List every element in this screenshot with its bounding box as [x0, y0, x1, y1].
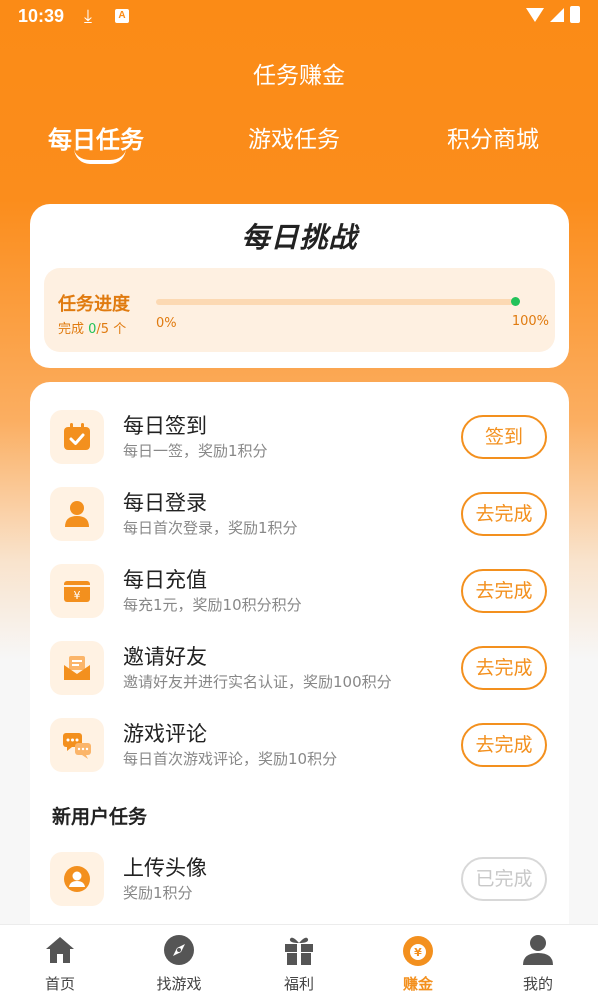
avatar-icon [50, 852, 104, 906]
go-complete-button[interactable]: 去完成 [461, 646, 547, 690]
download-icon: ⤓ [84, 6, 92, 26]
task-daily-checkin: 每日签到 每日一签，奖励1积分 签到 [30, 402, 569, 472]
task-daily-recharge: ¥ 每日充值 每充1元，奖励10积分积分 去完成 [30, 556, 569, 626]
progress-count: 完成 0/5 个 [58, 318, 126, 337]
compass-icon [164, 935, 194, 965]
active-tab-indicator [74, 148, 126, 164]
task-progress-box: 任务进度 完成 0/5 个 0% 100% [44, 268, 555, 352]
progress-suffix: /5 个 [96, 322, 127, 337]
svg-text:¥: ¥ [74, 589, 81, 602]
task-daily-login: 每日登录 每日首次登录，奖励1积分 去完成 [30, 479, 569, 549]
gift-icon [285, 937, 313, 965]
progress-prefix: 完成 [58, 322, 89, 337]
nav-home[interactable]: 首页 [10, 925, 110, 998]
calendar-check-icon [50, 410, 104, 464]
app-notification-icon: A [115, 9, 129, 23]
user-icon [50, 487, 104, 541]
progress-track [156, 299, 516, 305]
home-icon [46, 937, 74, 963]
completed-button[interactable]: 已完成 [461, 857, 547, 901]
nav-mine[interactable]: 我的 [488, 925, 588, 998]
signal-icon [550, 7, 564, 22]
progress-end-dot [511, 297, 520, 306]
go-complete-button[interactable]: 去完成 [461, 569, 547, 613]
status-icons [526, 6, 580, 23]
tab-game-tasks[interactable]: 游戏任务 [248, 120, 340, 154]
chat-icon [50, 718, 104, 772]
go-complete-button[interactable]: 去完成 [461, 492, 547, 536]
task-description: 每日首次登录，奖励1积分 [123, 519, 298, 537]
task-name: 上传头像 [123, 856, 207, 880]
task-description: 每日首次游戏评论，奖励10积分 [123, 750, 338, 768]
task-name: 每日登录 [123, 491, 207, 515]
money-bag-icon: ¥ [403, 936, 433, 966]
task-list-card: 每日签到 每日一签，奖励1积分 签到 每日登录 每日首次登录，奖励1积分 去完成… [30, 382, 569, 942]
battery-icon [570, 6, 580, 23]
nav-find-games[interactable]: 找游戏 [129, 925, 229, 998]
task-name: 每日充值 [123, 568, 207, 592]
nav-label: 找游戏 [156, 975, 202, 993]
nav-label: 赚金 [402, 975, 433, 993]
nav-label: 我的 [522, 975, 553, 993]
progress-min-label: 0% [156, 316, 177, 331]
task-name: 每日签到 [123, 414, 207, 438]
task-description: 奖励1积分 [123, 884, 193, 902]
task-description: 每充1元，奖励10积分积分 [123, 596, 302, 614]
tab-points-mall[interactable]: 积分商城 [447, 120, 539, 154]
challenge-title: 每日挑战 [241, 221, 358, 254]
progress-max-label: 100% [511, 314, 549, 329]
task-upload-avatar: 上传头像 奖励1积分 已完成 [30, 844, 569, 914]
envelope-icon [50, 641, 104, 695]
page-title: 任务赚金 [253, 63, 345, 89]
go-complete-button[interactable]: 去完成 [461, 723, 547, 767]
task-game-review: 游戏评论 每日首次游戏评论，奖励10积分 去完成 [30, 710, 569, 780]
task-description: 每日一签，奖励1积分 [123, 442, 268, 460]
bottom-navigation: 首页 找游戏 福利 ¥ 赚金 我的 [0, 924, 598, 998]
new-user-section-title: 新用户任务 [52, 806, 148, 828]
nav-label: 首页 [44, 975, 75, 993]
nav-earn[interactable]: ¥ 赚金 [368, 925, 468, 998]
wallet-yuan-icon: ¥ [50, 564, 104, 618]
progress-label: 任务进度 [58, 294, 130, 315]
task-name: 游戏评论 [123, 722, 207, 746]
profile-icon [523, 935, 553, 965]
task-name: 邀请好友 [123, 645, 207, 669]
task-invite-friends: 邀请好友 邀请好友并进行实名认证，奖励100积分 去完成 [30, 633, 569, 703]
wifi-icon [526, 7, 544, 22]
svg-text:¥: ¥ [414, 946, 422, 959]
nav-label: 福利 [283, 975, 314, 993]
daily-challenge-card: 每日挑战 任务进度 完成 0/5 个 0% 100% [30, 204, 569, 368]
checkin-button[interactable]: 签到 [461, 415, 547, 459]
status-bar: 10:39 ⤓ A [0, 0, 598, 34]
task-description: 邀请好友并进行实名认证，奖励100积分 [123, 673, 392, 691]
status-time: 10:39 [18, 6, 65, 26]
nav-welfare[interactable]: 福利 [249, 925, 349, 998]
